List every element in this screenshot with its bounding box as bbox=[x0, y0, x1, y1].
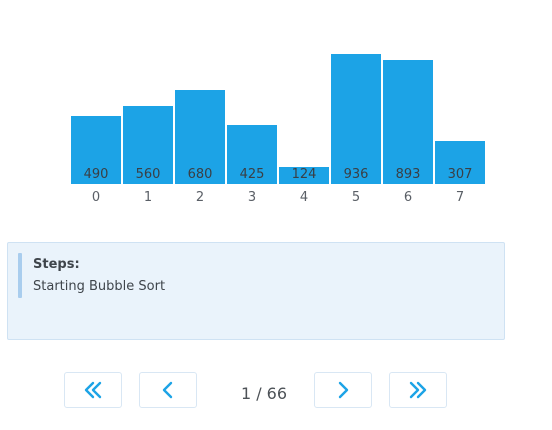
last-step-button[interactable] bbox=[389, 372, 447, 408]
bar-visualizer: 490 0 560 1 680 2 425 3 124 4 936 5 893 6 307 7 bbox=[71, 54, 485, 205]
bar-index-label: 1 bbox=[144, 190, 152, 205]
chevron-left-icon bbox=[162, 381, 173, 399]
steps-accent-bar bbox=[18, 253, 22, 298]
bar-value-label: 680 bbox=[188, 167, 213, 182]
bar-value-label: 124 bbox=[292, 167, 317, 182]
bar-value-label: 893 bbox=[396, 167, 421, 182]
double-chevron-left-icon bbox=[84, 381, 102, 399]
previous-step-button[interactable] bbox=[139, 372, 197, 408]
bar-index-label: 2 bbox=[196, 190, 204, 205]
chevron-right-icon bbox=[338, 381, 349, 399]
bar-index-label: 3 bbox=[248, 190, 256, 205]
bar-index-label: 5 bbox=[352, 190, 360, 205]
bar-value-label: 307 bbox=[448, 167, 473, 182]
bar-value-label: 490 bbox=[84, 167, 109, 182]
bar-value-label: 936 bbox=[344, 167, 369, 182]
next-step-button[interactable] bbox=[314, 372, 372, 408]
double-chevron-right-icon bbox=[409, 381, 427, 399]
steps-title: Steps: bbox=[33, 257, 80, 272]
bar-index-label: 6 bbox=[404, 190, 412, 205]
steps-panel: Steps: Starting Bubble Sort bbox=[7, 242, 505, 340]
bar bbox=[383, 60, 433, 184]
bar-value-label: 425 bbox=[240, 167, 265, 182]
bar-index-label: 4 bbox=[300, 190, 308, 205]
bar-index-label: 7 bbox=[456, 190, 464, 205]
step-counter: 1 / 66 bbox=[240, 384, 288, 403]
bar-value-label: 560 bbox=[136, 167, 161, 182]
bar bbox=[331, 54, 381, 184]
bar-index-label: 0 bbox=[92, 190, 100, 205]
steps-description: Starting Bubble Sort bbox=[33, 279, 166, 294]
first-step-button[interactable] bbox=[64, 372, 122, 408]
